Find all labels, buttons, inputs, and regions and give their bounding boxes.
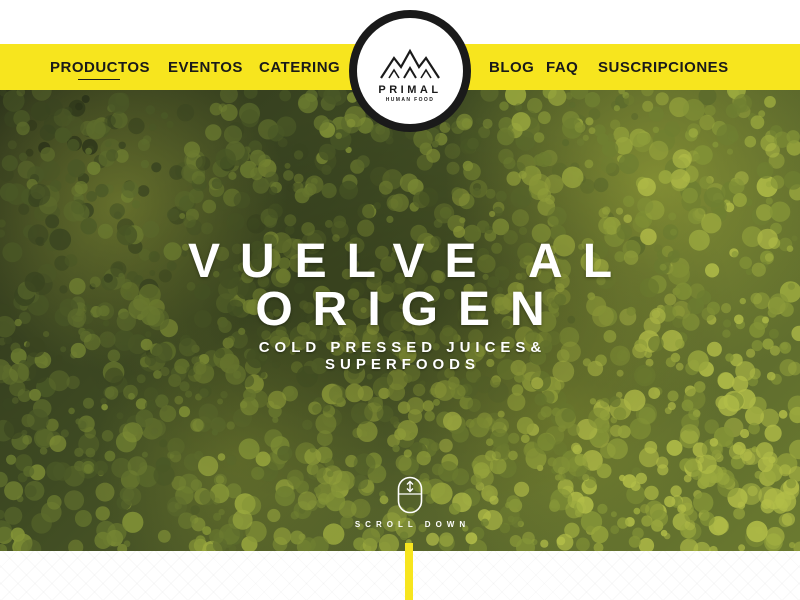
mouse-scroll-icon <box>397 476 423 514</box>
scroll-down-label: SCROLL DOWN <box>354 520 471 529</box>
hero-subtitle-line2: SUPERFOODS <box>324 356 480 373</box>
logo-name: PRIMAL <box>378 84 442 96</box>
nav-link-catering[interactable]: CATERING <box>259 59 340 76</box>
logo-inner: PRIMAL HUMAN FOOD <box>357 18 463 124</box>
hero-subtitle-line1: COLD PRESSED JUICES& <box>258 339 547 356</box>
nav-link-productos[interactable]: PRODUCTOS <box>50 59 150 80</box>
logo-badge[interactable]: PRIMAL HUMAN FOOD <box>349 10 471 132</box>
hero-title-line2: ORIGEN <box>255 283 565 336</box>
nav-link-faq[interactable]: FAQ <box>546 59 578 76</box>
hero-title-line1: VUELVE AL <box>187 235 633 288</box>
nav-link-blog[interactable]: BLOG <box>489 59 534 76</box>
mountains-icon <box>380 48 440 79</box>
scroll-down-button[interactable]: SCROLL DOWN <box>330 476 490 536</box>
nav-link-eventos[interactable]: EVENTOS <box>168 59 243 76</box>
yellow-divider-line <box>405 543 413 600</box>
hero-section: VUELVE AL ORIGEN COLD PRESSED JUICES& SU… <box>0 90 800 551</box>
logo-tagline: HUMAN FOOD <box>385 97 435 103</box>
content-section-top <box>0 551 800 600</box>
nav-link-suscripciones[interactable]: SUSCRIPCIONES <box>598 59 729 76</box>
